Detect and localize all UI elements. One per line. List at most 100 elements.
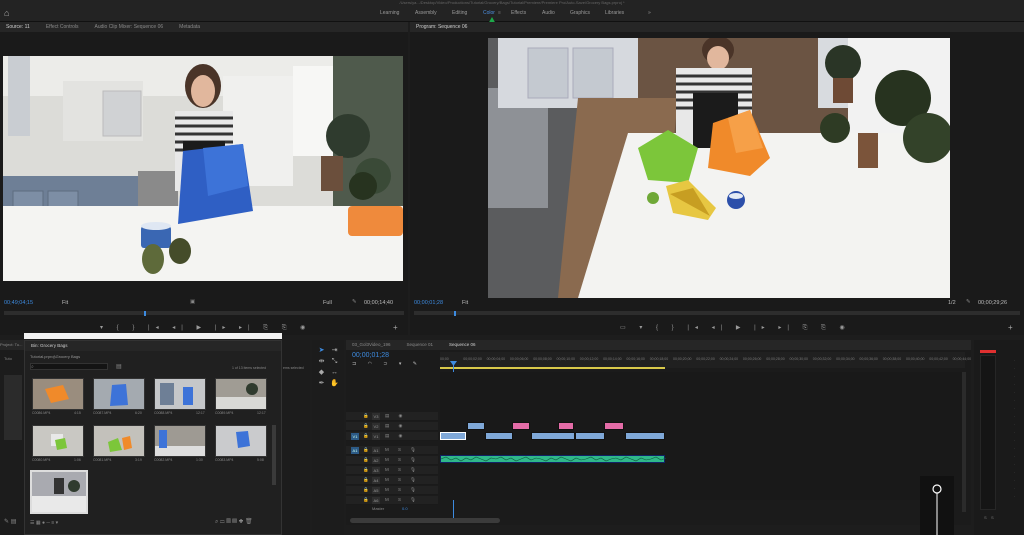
tab-bin-grocery-bags[interactable]: Bin: Grocery Bags [31, 343, 68, 348]
project-panel-footer-icons[interactable]: ✎ ▤ [4, 518, 16, 525]
clip-v3-pink[interactable] [604, 422, 624, 430]
new-bin-icon[interactable]: ▤ [116, 363, 122, 370]
workspace-more-icon[interactable]: » [648, 10, 651, 16]
clip-v3[interactable] [467, 422, 485, 430]
razor-tool-icon[interactable]: ◆ [317, 368, 326, 377]
track-target-a3[interactable]: A3 [372, 467, 380, 474]
rolling-edit-tool-icon[interactable]: ⤡ [330, 357, 339, 366]
clip-v3-pink[interactable] [512, 422, 530, 430]
track-mute-solo-icons[interactable]: M S 🎙 [385, 477, 420, 483]
home-icon[interactable]: ⌂ [4, 8, 14, 18]
clip-v1[interactable] [485, 432, 513, 440]
bin-thumb[interactable] [93, 425, 145, 457]
tab-sequence-01[interactable]: Sequence 01 [406, 342, 433, 347]
track-target-v2[interactable]: V2 [372, 423, 380, 430]
slip-tool-icon[interactable]: ↔ [330, 368, 339, 377]
track-select-tool-icon[interactable]: ⇥ [330, 346, 339, 355]
tab-project[interactable]: Project: Tu... [0, 340, 24, 350]
track-mute-solo-icons[interactable]: M S 🎙 [385, 497, 420, 503]
source-wrench-icon[interactable]: ✎ [352, 299, 357, 305]
track-lock-icon[interactable]: 🔒 [363, 457, 369, 463]
track-lock-icon[interactable]: 🔒 [363, 487, 369, 493]
tab-effect-controls[interactable]: Effect Controls [46, 24, 79, 30]
program-quality-dropdown[interactable]: 1/2 [948, 300, 956, 306]
bin-thumb[interactable] [93, 378, 145, 410]
source-transport-controls[interactable]: ▾ { } |◂ ◂| ▶ |▸ ▸| ⎘ ⎘ ◉ [100, 323, 305, 333]
tab-sequence-06[interactable]: Sequence 06 [449, 342, 476, 347]
source-settings-icon[interactable]: ▣ [190, 299, 195, 305]
source-add-button-icon[interactable]: + [393, 323, 398, 332]
timeline-toolbar-icons[interactable]: ⊐ ◠ ⊃ ▾ ✎ [352, 361, 422, 367]
bin-thumb[interactable] [154, 425, 206, 457]
source-video-frame[interactable] [3, 56, 403, 281]
timeline-timecode[interactable]: 00;00;01;28 [352, 352, 389, 359]
program-wrench-icon[interactable]: ✎ [966, 299, 971, 305]
track-target-a6[interactable]: A6 [372, 497, 380, 504]
track-mute-solo-icons[interactable]: M S 🎙 [385, 487, 420, 493]
source-playhead[interactable] [144, 311, 146, 316]
bin-search-input[interactable]: ⌕ [30, 363, 108, 370]
track-eye-icon[interactable]: ▤ ◉ [385, 423, 406, 429]
track-lock-icon[interactable]: 🔒 [363, 497, 369, 503]
tab-source[interactable]: Source: 11 [6, 24, 30, 30]
bin-thumb[interactable] [215, 378, 267, 410]
program-add-button-icon[interactable]: + [1008, 323, 1013, 332]
selection-tool-icon[interactable]: ➤ [317, 346, 326, 355]
track-lock-icon[interactable]: 🔒 [363, 413, 369, 419]
bin-thumb-selected[interactable] [30, 470, 88, 514]
bin-view-mode-icons[interactable]: ☰ ▦ ● ─ ≡ ▾ [30, 520, 58, 526]
track-mute-solo-icons[interactable]: M S 🎙 [385, 457, 420, 463]
track-target-a1[interactable]: A1 [372, 447, 380, 454]
project-side-thumb[interactable] [4, 375, 22, 440]
work-area-bar[interactable] [440, 367, 665, 369]
bin-thumb[interactable] [215, 425, 267, 457]
source-quality-dropdown[interactable]: Full [323, 300, 332, 306]
track-lock-icon[interactable]: 🔒 [363, 433, 369, 439]
bin-action-icons[interactable]: ⌕ ▭ ▤ ▥ ✚ 🗑 [215, 518, 253, 526]
bin-thumb[interactable] [32, 378, 84, 410]
clip-v1[interactable] [625, 432, 665, 440]
track-lock-icon[interactable]: 🔒 [363, 447, 369, 453]
clip-a1-audio[interactable] [440, 455, 666, 463]
track-mute-solo-icons[interactable]: M S 🎙 [385, 447, 420, 453]
hand-tool-icon[interactable]: ✋ [330, 379, 339, 388]
workspace-graphics[interactable]: Graphics [570, 10, 590, 16]
clip-v1-selected[interactable] [440, 432, 466, 440]
workspace-assembly[interactable]: Assembly [415, 10, 437, 16]
program-transport-controls[interactable]: ▭ ▾ { } |◂ ◂| ▶ |▸ ▸| ⎘ ⎘ ◉ [620, 323, 845, 333]
clip-v3-pink[interactable] [558, 422, 574, 430]
source-patch-v1[interactable]: V1 [351, 433, 359, 440]
source-fit-dropdown[interactable]: Fit [62, 300, 68, 306]
workspace-learning[interactable]: Learning [380, 10, 399, 16]
tab-seq-03[interactable]: 03_Gol3Video_196 [352, 342, 390, 347]
bin-scrollbar[interactable] [272, 425, 276, 485]
timeline-vertical-scrollbar[interactable] [962, 372, 966, 512]
track-lock-icon[interactable]: 🔒 [363, 467, 369, 473]
program-playhead[interactable] [454, 311, 456, 316]
meter-solo-right[interactable]: S [991, 515, 994, 520]
bin-thumb[interactable] [154, 378, 206, 410]
program-scrubber[interactable] [414, 311, 1020, 316]
program-video-frame[interactable] [488, 38, 950, 298]
source-timecode[interactable]: 00;49;04;15 [4, 300, 33, 306]
source-scrubber[interactable] [4, 311, 404, 316]
track-target-a5[interactable]: A5 [372, 487, 380, 494]
track-lock-icon[interactable]: 🔒 [363, 477, 369, 483]
timeline-horizontal-scrollbar[interactable] [350, 518, 500, 523]
source-patch-a1[interactable]: A1 [351, 447, 359, 454]
program-fit-dropdown[interactable]: Fit [462, 300, 468, 306]
track-target-a2[interactable]: A2 [372, 457, 380, 464]
workspace-audio[interactable]: Audio [542, 10, 555, 16]
bin-thumb[interactable] [32, 425, 84, 457]
track-lock-icon[interactable]: 🔒 [363, 423, 369, 429]
track-target-a4[interactable]: A4 [372, 477, 380, 484]
tab-metadata[interactable]: Metadata [179, 24, 200, 30]
clip-v1[interactable] [531, 432, 575, 440]
track-eye-icon[interactable]: ▤ ◉ [385, 413, 406, 419]
track-mute-solo-icons[interactable]: M S 🎙 [385, 467, 420, 473]
workspace-effects[interactable]: Effects [511, 10, 526, 16]
workspace-libraries[interactable]: Libraries [605, 10, 624, 16]
workspace-editing[interactable]: Editing [452, 10, 467, 16]
workspace-color-menu-icon[interactable]: ≡ [498, 10, 501, 16]
ripple-edit-tool-icon[interactable]: ⇹ [317, 357, 326, 366]
